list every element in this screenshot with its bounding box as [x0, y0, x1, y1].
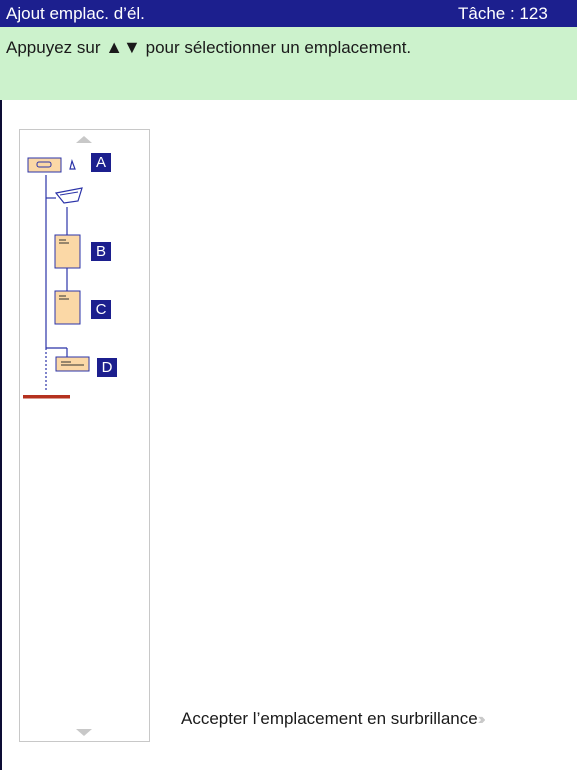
- task-number: Tâche : 123: [458, 4, 548, 23]
- instruction-banner: Appuyez sur ▲▼ pour sélectionner un empl…: [0, 27, 577, 100]
- node-label-d[interactable]: D: [97, 358, 117, 377]
- insertion-marker: [23, 395, 70, 399]
- instruction-text: Appuyez sur ▲▼ pour sélectionner un empl…: [6, 37, 411, 58]
- node-label-a[interactable]: A: [91, 153, 111, 172]
- up-down-arrows-icon: ▲▼: [105, 37, 141, 57]
- title-bar: Ajout emplac. d’él. Tâche : 123: [0, 0, 577, 27]
- node-label-c[interactable]: C: [91, 300, 111, 319]
- location-tree-panel[interactable]: A B C D: [19, 129, 150, 742]
- landscape-document-icon: [55, 356, 90, 372]
- finisher-tray-icon: [27, 157, 62, 173]
- accept-label: Accepter l’emplacement en surbrillance: [181, 709, 478, 728]
- window-left-border: [0, 0, 2, 770]
- location-tree: [23, 157, 90, 399]
- document-icon: [54, 234, 81, 269]
- open-tray-icon: [54, 187, 83, 204]
- scroll-down-arrow-icon[interactable]: [76, 729, 92, 736]
- screen-title: Ajout emplac. d’él.: [6, 4, 145, 23]
- node-label-b[interactable]: B: [91, 242, 111, 261]
- instruction-suffix: pour sélectionner un emplacement.: [145, 38, 412, 57]
- staple-icon: [69, 158, 76, 170]
- double-chevron-right-icon: ›››: [477, 711, 486, 728]
- accept-location-button[interactable]: Accepter l’emplacement en surbrillance››…: [181, 709, 486, 729]
- document-icon: [54, 290, 81, 325]
- instruction-prefix: Appuyez sur: [6, 38, 101, 57]
